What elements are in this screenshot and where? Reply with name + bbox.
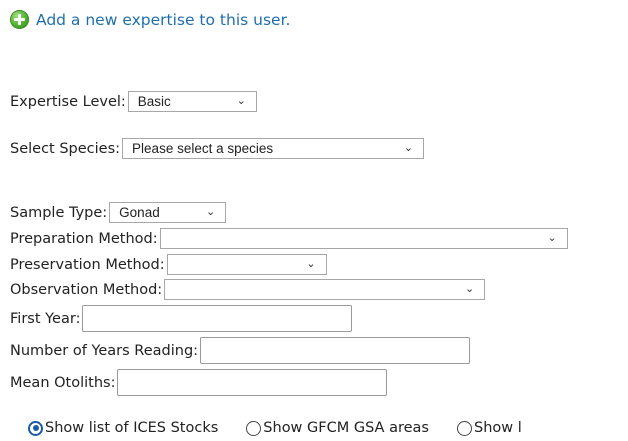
radio-ices-stocks[interactable]: Show list of ICES Stocks <box>28 420 218 436</box>
sample-type-label: Sample Type: <box>10 204 108 221</box>
chevron-down-icon: ⌄ <box>547 231 557 244</box>
radio-ices-stocks-label[interactable]: Show list of ICES Stocks <box>45 420 218 436</box>
radio-show-other-label[interactable]: Show l <box>474 420 522 436</box>
observation-method-label: Observation Method: <box>10 281 163 298</box>
species-select[interactable]: Please select a species ⌄ <box>122 138 425 159</box>
radio-unselected-icon[interactable] <box>246 420 262 436</box>
area-radio-group: Show list of ICES Stocks Show GFCM GSA a… <box>28 420 550 436</box>
expertise-level-label: Expertise Level: <box>10 93 126 110</box>
mean-otoliths-input[interactable] <box>117 369 388 396</box>
observation-method-select[interactable]: ⌄ <box>164 279 486 300</box>
radio-show-other[interactable]: Show l <box>456 420 522 436</box>
chevron-down-icon: ⌄ <box>306 257 316 270</box>
years-reading-input[interactable] <box>200 337 471 364</box>
preservation-method-select[interactable]: ⌄ <box>166 254 327 275</box>
years-reading-label: Number of Years Reading: <box>10 342 199 359</box>
radio-gfcm-gsa-label[interactable]: Show GFCM GSA areas <box>263 420 429 436</box>
first-year-label: First Year: <box>10 310 81 327</box>
preparation-method-label: Preparation Method: <box>10 230 158 247</box>
observation-method-row: Observation Method: ⌄ <box>10 279 486 300</box>
chevron-down-icon: ⌄ <box>464 282 475 295</box>
first-year-row: First Year: <box>10 305 353 332</box>
radio-gfcm-gsa[interactable]: Show GFCM GSA areas <box>246 420 429 436</box>
expertise-level-row: Expertise Level: Basic ⌄ <box>10 91 257 112</box>
preservation-method-row: Preservation Method: ⌄ <box>10 254 327 275</box>
mean-otoliths-label: Mean Otoliths: <box>10 374 116 391</box>
expertise-level-select[interactable]: Basic ⌄ <box>127 91 257 112</box>
species-value: Please select a species <box>132 141 274 156</box>
expertise-level-value: Basic <box>137 94 171 109</box>
preparation-method-select[interactable]: ⌄ <box>159 228 568 249</box>
chevron-down-icon: ⌄ <box>205 205 216 218</box>
preparation-method-row: Preparation Method: ⌄ <box>10 228 568 249</box>
radio-selected-icon[interactable] <box>28 420 43 436</box>
radio-unselected-icon[interactable] <box>456 420 472 436</box>
sample-type-select[interactable]: Gonad ⌄ <box>109 202 227 223</box>
years-reading-row: Number of Years Reading: <box>10 337 471 364</box>
sample-type-value: Gonad <box>119 205 160 220</box>
species-label: Select Species: <box>10 140 121 157</box>
add-expertise-link[interactable]: Add a new expertise to this user. <box>10 10 290 29</box>
mean-otoliths-row: Mean Otoliths: <box>10 369 388 396</box>
add-expertise-link-text[interactable]: Add a new expertise to this user. <box>36 11 290 29</box>
species-row: Select Species: Please select a species … <box>10 138 425 159</box>
preservation-method-label: Preservation Method: <box>10 256 165 273</box>
sample-type-row: Sample Type: Gonad ⌄ <box>10 202 227 223</box>
first-year-input[interactable] <box>82 305 353 332</box>
chevron-down-icon: ⌄ <box>403 141 414 154</box>
plus-circle-icon[interactable] <box>10 10 29 29</box>
chevron-down-icon: ⌄ <box>236 94 246 107</box>
